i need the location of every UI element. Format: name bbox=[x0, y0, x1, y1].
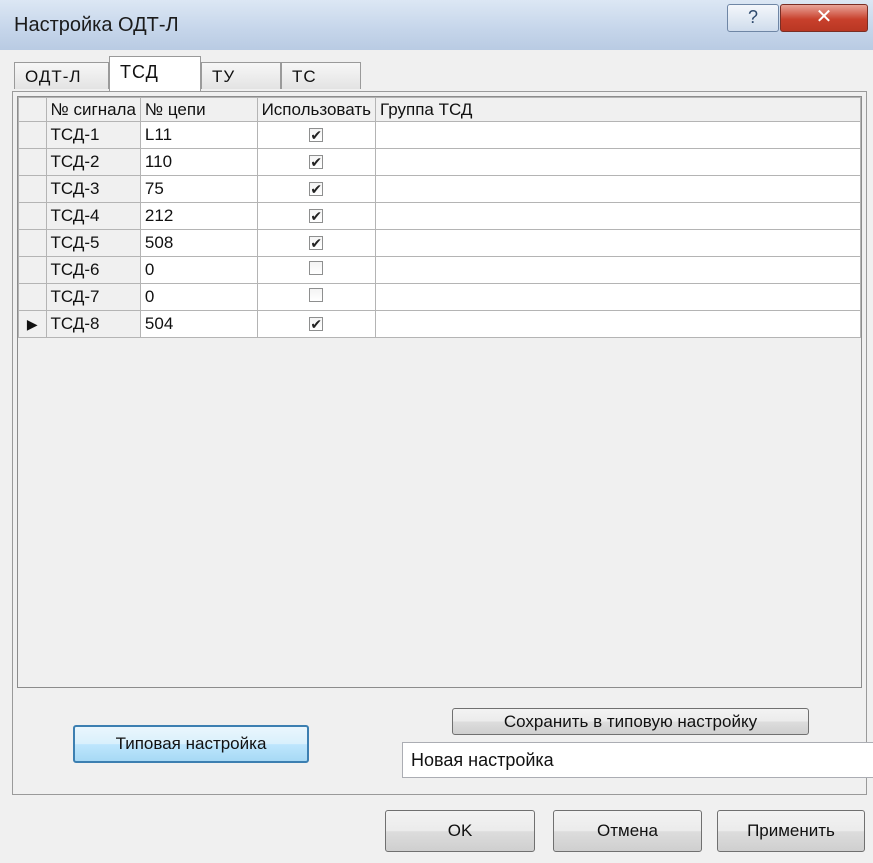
circuit-cell[interactable]: 0 bbox=[139, 256, 258, 284]
use-cell[interactable]: ✔ bbox=[256, 175, 376, 203]
signals-table: № сигнала № цепи Использовать Группа ТСД… bbox=[18, 97, 862, 338]
use-cell[interactable]: ✔ bbox=[256, 148, 376, 176]
apply-button[interactable]: Применить bbox=[717, 810, 865, 852]
use-cell[interactable] bbox=[256, 283, 376, 311]
row-selector[interactable]: ▶ bbox=[18, 310, 47, 338]
signals-grid[interactable]: № сигнала № цепи Использовать Группа ТСД… bbox=[17, 96, 862, 688]
help-icon: ? bbox=[747, 7, 758, 27]
table-row[interactable]: ТСД-7 0 bbox=[18, 283, 862, 311]
table-row[interactable]: ТСД-4 212 ✔ bbox=[18, 202, 862, 230]
signal-cell[interactable]: ТСД-6 bbox=[45, 256, 141, 284]
close-button[interactable]: ✕ bbox=[780, 4, 868, 32]
group-cell[interactable] bbox=[374, 256, 862, 284]
signal-cell[interactable]: ТСД-7 bbox=[45, 283, 141, 311]
column-header-signal[interactable]: № сигнала bbox=[45, 97, 141, 122]
use-checkbox[interactable] bbox=[309, 261, 324, 275]
ok-button[interactable]: OK bbox=[385, 810, 535, 852]
circuit-cell[interactable]: L11 bbox=[139, 121, 258, 149]
tab-strip: ОДТ-Л ТСД ТУ ТС bbox=[14, 56, 614, 92]
signal-cell[interactable]: ТСД-3 bbox=[45, 175, 141, 203]
use-checkbox[interactable]: ✔ bbox=[309, 128, 324, 142]
circuit-cell[interactable]: 75 bbox=[139, 175, 258, 203]
circuit-cell[interactable]: 212 bbox=[139, 202, 258, 230]
dialog-body: ОДТ-Л ТСД ТУ ТС № сигнала № цепи Использ… bbox=[8, 50, 873, 863]
use-checkbox[interactable]: ✔ bbox=[309, 155, 324, 169]
cancel-button[interactable]: Отмена bbox=[553, 810, 702, 852]
header-row: № сигнала № цепи Использовать Группа ТСД bbox=[18, 97, 862, 122]
use-cell[interactable] bbox=[256, 256, 376, 284]
use-checkbox[interactable]: ✔ bbox=[309, 209, 324, 223]
group-cell[interactable] bbox=[374, 310, 862, 338]
row-selector[interactable] bbox=[18, 256, 47, 284]
use-checkbox[interactable]: ✔ bbox=[309, 236, 324, 250]
default-preset-button[interactable]: Типовая настройка bbox=[73, 725, 309, 763]
circuit-cell[interactable]: 110 bbox=[139, 148, 258, 176]
close-icon: ✕ bbox=[815, 6, 833, 28]
tab-panel-tsd: № сигнала № цепи Использовать Группа ТСД… bbox=[12, 91, 867, 795]
circuit-cell[interactable]: 508 bbox=[139, 229, 258, 257]
signal-cell[interactable]: ТСД-4 bbox=[45, 202, 141, 230]
save-preset-button[interactable]: Сохранить в типовую настройку bbox=[452, 708, 809, 735]
table-row[interactable]: ▶ ТСД-8 504 ✔ bbox=[18, 310, 862, 338]
use-cell[interactable]: ✔ bbox=[256, 202, 376, 230]
tab-tsd[interactable]: ТСД bbox=[109, 56, 201, 91]
signal-cell[interactable]: ТСД-1 bbox=[45, 121, 141, 149]
grid-body: ТСД-1 L11 ✔ ТСД-2 110 ✔ ТСД-3 75 ✔ ТСД-4 212 ✔ ТСД-5… bbox=[18, 121, 862, 338]
tab-tu[interactable]: ТУ bbox=[201, 62, 281, 89]
table-row[interactable]: ТСД-3 75 ✔ bbox=[18, 175, 862, 203]
row-selector[interactable] bbox=[18, 121, 47, 149]
use-checkbox[interactable]: ✔ bbox=[309, 182, 324, 196]
use-checkbox[interactable] bbox=[309, 288, 324, 302]
column-header-use[interactable]: Использовать bbox=[256, 97, 376, 122]
row-header-corner bbox=[18, 97, 47, 122]
group-cell[interactable] bbox=[374, 229, 862, 257]
table-row[interactable]: ТСД-1 L11 ✔ bbox=[18, 121, 862, 149]
group-cell[interactable] bbox=[374, 175, 862, 203]
use-cell[interactable]: ✔ bbox=[256, 310, 376, 338]
table-row[interactable]: ТСД-6 0 bbox=[18, 256, 862, 284]
group-cell[interactable] bbox=[374, 148, 862, 176]
title-bar[interactable]: Настройка ОДТ-Л ? ✕ bbox=[0, 0, 873, 50]
row-selector[interactable] bbox=[18, 229, 47, 257]
tab-odt-l[interactable]: ОДТ-Л bbox=[14, 62, 109, 89]
use-cell[interactable]: ✔ bbox=[256, 229, 376, 257]
row-selector[interactable] bbox=[18, 148, 47, 176]
signal-cell[interactable]: ТСД-8 bbox=[45, 310, 141, 338]
column-header-circuit[interactable]: № цепи bbox=[139, 97, 258, 122]
row-selector[interactable] bbox=[18, 175, 47, 203]
preset-name-input[interactable]: Новая настройка bbox=[402, 742, 873, 778]
table-row[interactable]: ТСД-5 508 ✔ bbox=[18, 229, 862, 257]
row-selector[interactable] bbox=[18, 283, 47, 311]
circuit-cell[interactable]: 0 bbox=[139, 283, 258, 311]
signal-cell[interactable]: ТСД-5 bbox=[45, 229, 141, 257]
group-cell[interactable] bbox=[374, 283, 862, 311]
settings-window: Настройка ОДТ-Л ? ✕ ОДТ-Л ТСД ТУ ТС № си… bbox=[0, 0, 873, 863]
column-header-group[interactable]: Группа ТСД bbox=[374, 97, 862, 122]
window-title: Настройка ОДТ-Л bbox=[14, 14, 179, 36]
table-row[interactable]: ТСД-2 110 ✔ bbox=[18, 148, 862, 176]
use-checkbox[interactable]: ✔ bbox=[309, 317, 324, 331]
group-cell[interactable] bbox=[374, 202, 862, 230]
group-cell[interactable] bbox=[374, 121, 862, 149]
signal-cell[interactable]: ТСД-2 bbox=[45, 148, 141, 176]
row-selector[interactable] bbox=[18, 202, 47, 230]
circuit-cell[interactable]: 504 bbox=[139, 310, 258, 338]
tab-ts[interactable]: ТС bbox=[281, 62, 361, 89]
use-cell[interactable]: ✔ bbox=[256, 121, 376, 149]
help-button[interactable]: ? bbox=[727, 4, 779, 32]
